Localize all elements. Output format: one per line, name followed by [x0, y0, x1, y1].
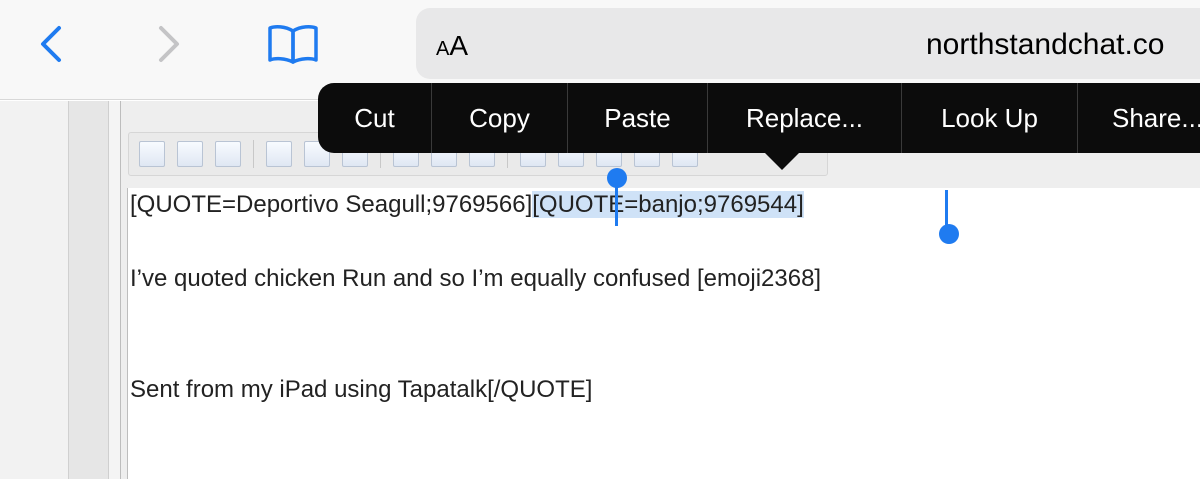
menu-paste[interactable]: Paste — [568, 83, 708, 153]
editor-line-3: Sent from my iPad using Tapatalk[/QUOTE] — [130, 376, 593, 403]
reader-large-a: A — [449, 30, 469, 61]
selection-end-handle[interactable] — [939, 224, 959, 244]
quote-open-text: [QUOTE=Deportivo Seagull;9769566] — [130, 191, 533, 218]
book-icon — [268, 25, 318, 64]
menu-cut[interactable]: Cut — [318, 83, 432, 153]
selection-start-handle[interactable] — [607, 168, 627, 188]
page-sidebar-strip — [68, 101, 108, 479]
chevron-right-icon — [159, 26, 179, 62]
menu-look-up[interactable]: Look Up — [902, 83, 1078, 153]
selection-start-caret — [615, 186, 618, 226]
selected-text[interactable]: [QUOTE=banjo;9769544] — [532, 191, 804, 218]
toolbar-divider — [253, 140, 254, 168]
reader-view-button[interactable]: AA — [436, 30, 468, 62]
address-bar[interactable]: AA northstandchat.co — [416, 8, 1200, 79]
editor-line-2: I’ve quoted chicken Run and so I’m equal… — [130, 265, 822, 292]
edit-context-menu: Cut Copy Paste Replace... Look Up Share.… — [318, 83, 1200, 153]
insert-row-icon[interactable] — [266, 141, 292, 167]
menu-copy[interactable]: Copy — [432, 83, 568, 153]
editor-line-1: [QUOTE=Deportivo Seagull;9769566][QUOTE=… — [130, 190, 804, 220]
editor-text-area[interactable] — [127, 188, 1200, 479]
page-margin — [0, 101, 68, 479]
table-properties-icon[interactable] — [177, 141, 203, 167]
forward-button[interactable] — [146, 22, 190, 66]
reader-small-a: A — [436, 38, 450, 60]
table-icon[interactable] — [139, 141, 165, 167]
bookmarks-button[interactable] — [265, 22, 321, 66]
context-menu-pointer — [764, 152, 800, 170]
table-delete-icon[interactable] — [215, 141, 241, 167]
menu-replace[interactable]: Replace... — [708, 83, 902, 153]
chevron-left-icon — [41, 26, 61, 62]
url-text: northstandchat.co — [926, 28, 1165, 61]
menu-share[interactable]: Share... — [1078, 83, 1200, 153]
back-button[interactable] — [30, 22, 74, 66]
